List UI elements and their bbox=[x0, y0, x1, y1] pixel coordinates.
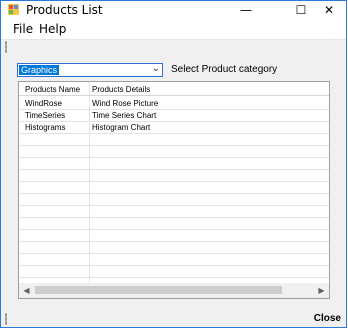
window-title: Products List bbox=[26, 3, 103, 17]
statusstrip-grip-icon[interactable] bbox=[5, 313, 7, 325]
toolstrip-grip-icon[interactable] bbox=[5, 41, 7, 53]
app-icon bbox=[8, 4, 19, 15]
scroll-left-icon[interactable]: ◀ bbox=[19, 283, 34, 298]
menu-file[interactable]: File bbox=[13, 22, 33, 36]
scroll-thumb[interactable] bbox=[35, 286, 282, 294]
table-row[interactable]: WindRose Wind Rose Picture bbox=[19, 98, 329, 110]
menu-help[interactable]: Help bbox=[39, 22, 66, 36]
empty-row bbox=[19, 266, 329, 278]
empty-row bbox=[19, 170, 329, 182]
cell-product-name: WindRose bbox=[25, 99, 62, 108]
combobox-selected-value: Graphics bbox=[19, 65, 60, 75]
empty-row bbox=[19, 194, 329, 206]
status-bar: Close bbox=[1, 310, 346, 327]
empty-row bbox=[19, 242, 329, 254]
table-row[interactable]: TimeSeries Time Series Chart bbox=[19, 110, 329, 122]
empty-row bbox=[19, 134, 329, 146]
cell-product-details: Time Series Chart bbox=[92, 111, 157, 120]
cell-product-details: Histogram Chart bbox=[92, 123, 151, 132]
menu-bar: File Help bbox=[1, 19, 346, 40]
cell-product-name: Histograms bbox=[25, 123, 66, 132]
cell-product-name: TimeSeries bbox=[25, 111, 66, 120]
scroll-right-icon[interactable]: ▶ bbox=[314, 283, 329, 298]
products-grid[interactable]: Products Name Products Details WindRose … bbox=[18, 81, 330, 299]
empty-row bbox=[19, 218, 329, 230]
empty-row bbox=[19, 182, 329, 194]
product-category-combobox[interactable]: Graphics ⌄ bbox=[17, 63, 163, 77]
empty-row bbox=[19, 158, 329, 170]
title-bar[interactable]: Products List — ☐ ✕ bbox=[1, 1, 346, 19]
close-window-button[interactable]: ✕ bbox=[311, 1, 346, 19]
cell-product-details: Wind Rose Picture bbox=[92, 99, 159, 108]
close-button[interactable]: Close bbox=[314, 313, 341, 324]
header-products-details[interactable]: Products Details bbox=[92, 84, 252, 96]
header-products-name[interactable]: Products Name bbox=[25, 84, 85, 96]
table-header: Products Name Products Details bbox=[19, 84, 329, 96]
empty-row bbox=[19, 206, 329, 218]
horizontal-scrollbar[interactable]: ◀ ▶ bbox=[19, 283, 329, 298]
category-label: Select Product category bbox=[171, 64, 278, 75]
empty-row bbox=[19, 230, 329, 242]
chevron-down-icon[interactable]: ⌄ bbox=[152, 63, 160, 74]
empty-row bbox=[19, 254, 329, 266]
table-row[interactable]: Histograms Histogram Chart bbox=[19, 122, 329, 134]
empty-row bbox=[19, 146, 329, 158]
products-list-window: Products List — ☐ ✕ File Help Graphics ⌄… bbox=[0, 0, 347, 328]
minimize-button[interactable]: — bbox=[228, 1, 264, 19]
